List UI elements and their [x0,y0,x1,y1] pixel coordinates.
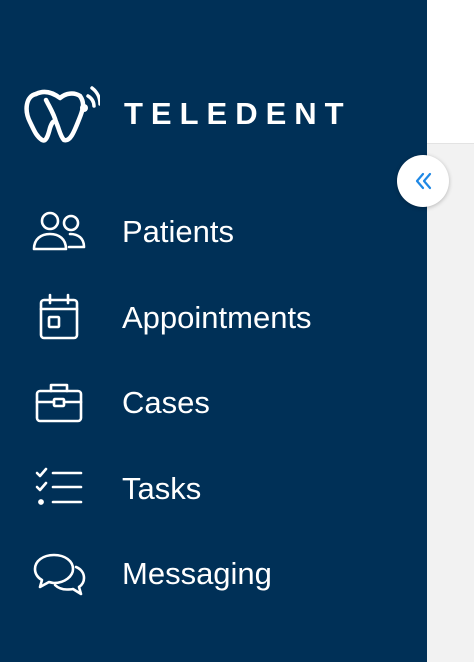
brand-name: TELEDENT [124,95,352,131]
top-header-bar [427,0,474,144]
calendar-icon [32,293,86,340]
app-window: TELEDENT Patients Appointments Cases Tas… [0,0,474,662]
sidebar-item-label: Patients [122,214,235,250]
sidebar-nav: Patients Appointments Cases Tasks Messag… [0,189,427,617]
brand[interactable]: TELEDENT [22,78,352,148]
tooth-signal-logo [24,86,100,143]
sidebar: TELEDENT Patients Appointments Cases Tas… [0,0,427,662]
sidebar-item-appointments[interactable]: Appointments [0,275,427,361]
sidebar-item-patients[interactable]: Patients [0,189,427,275]
users-icon [32,209,86,255]
sidebar-item-label: Messaging [122,556,272,592]
sidebar-item-label: Cases [122,385,210,421]
chevrons-left-icon [415,172,432,190]
sidebar-item-tasks[interactable]: Tasks [0,446,427,532]
collapse-sidebar-button[interactable] [397,155,449,207]
sidebar-item-label: Appointments [122,299,312,335]
sidebar-item-label: Tasks [122,470,202,506]
chat-bubbles-icon [32,551,86,597]
main-content-area [427,144,474,662]
sidebar-item-messaging[interactable]: Messaging [0,531,427,617]
briefcase-icon [32,380,86,426]
checklist-icon [32,465,86,511]
sidebar-item-cases[interactable]: Cases [0,360,427,446]
